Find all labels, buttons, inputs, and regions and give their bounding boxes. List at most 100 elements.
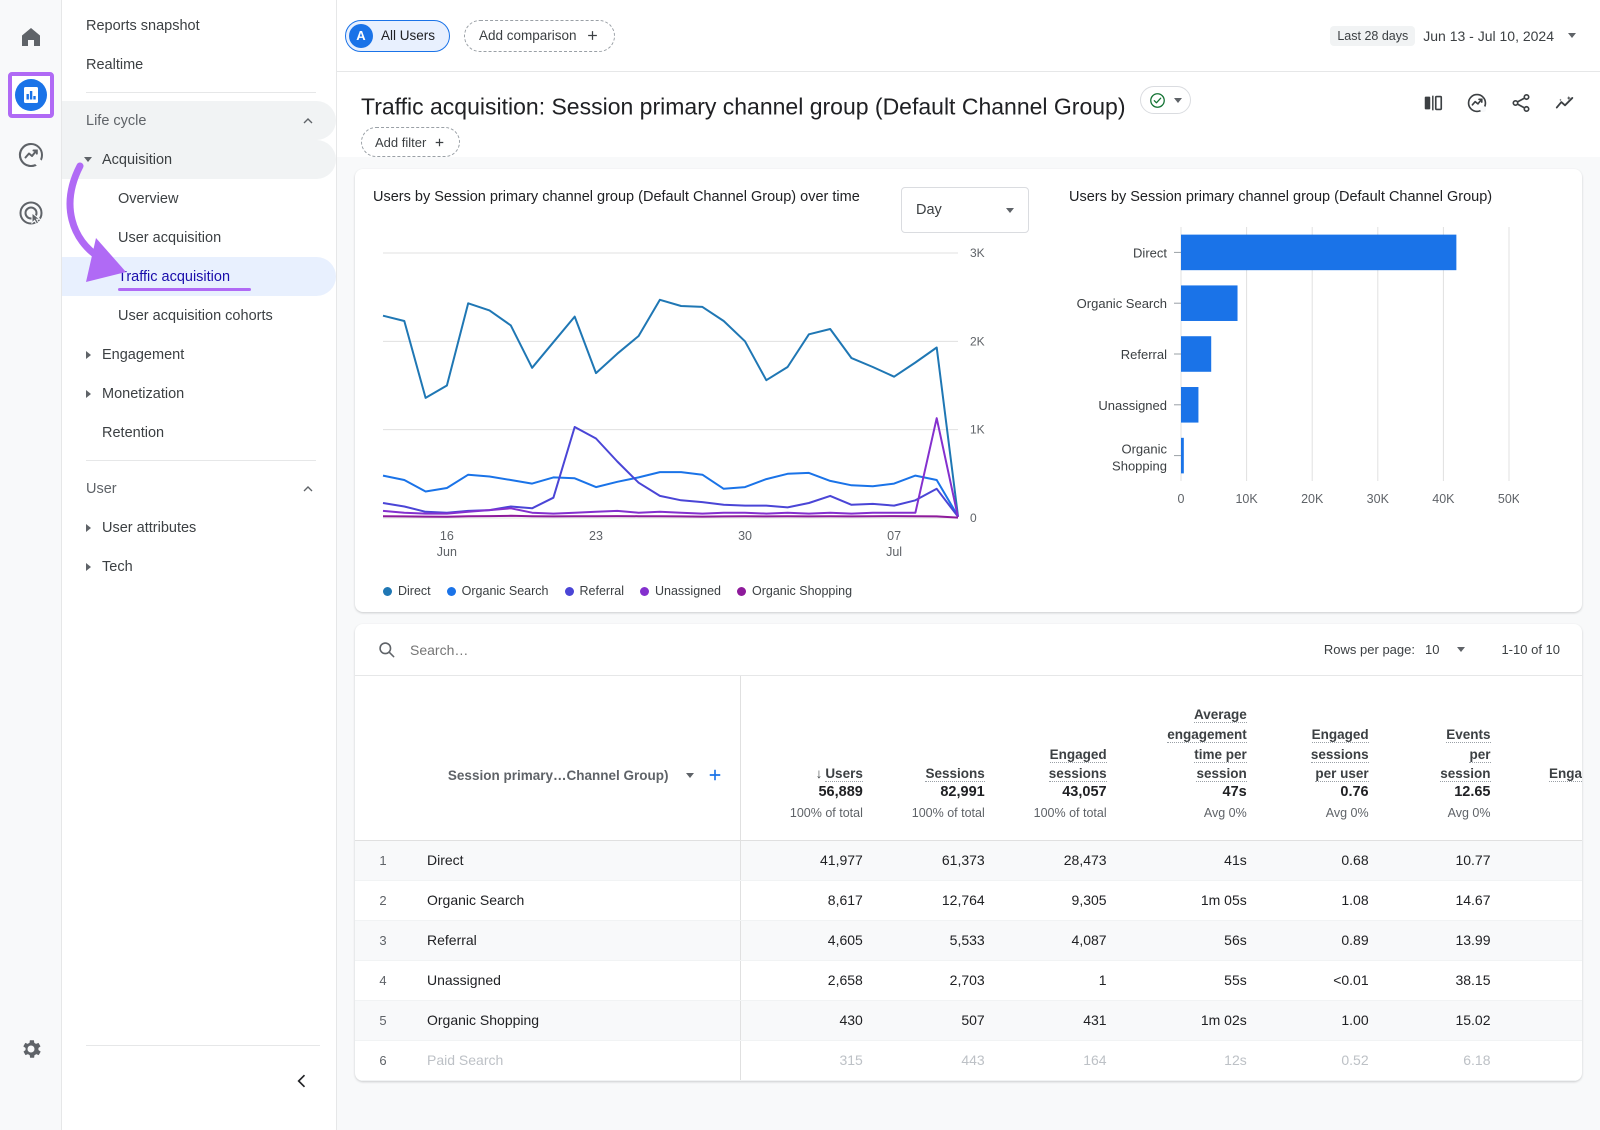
sidebar-item-overview[interactable]: Overview	[62, 179, 336, 218]
column-header-engaged-sessions-per-user[interactable]: Engagedsessionsper user	[1247, 676, 1369, 784]
advertising-icon[interactable]	[8, 190, 54, 236]
table-row[interactable]: 6Paid Search31544316412s0.526.18	[355, 1040, 1582, 1080]
rows-per-page-select[interactable]: 10	[1425, 642, 1465, 657]
row-clipped-cell	[1491, 880, 1583, 920]
row-clipped-cell	[1491, 1040, 1583, 1080]
legend-label: Referral	[580, 584, 624, 598]
row-name[interactable]: Referral	[411, 932, 477, 948]
collapse-nav-button[interactable]	[292, 1071, 312, 1096]
row-index: 3	[355, 933, 411, 948]
sidebar-item-acquisition[interactable]: Acquisition	[62, 140, 336, 179]
chevron-down-icon[interactable]	[686, 773, 694, 778]
total-sub: Avg 0%	[1107, 806, 1247, 820]
table-row[interactable]: 2Organic Search8,61712,7649,3051m 05s1.0…	[355, 880, 1582, 920]
icon-rail	[0, 0, 62, 1130]
row-name[interactable]: Paid Search	[411, 1052, 503, 1068]
row-index: 6	[355, 1053, 411, 1068]
svg-text:23: 23	[589, 529, 603, 543]
add-comparison-button[interactable]: Add comparison	[464, 20, 615, 52]
data-quality-badge[interactable]	[1140, 86, 1191, 114]
svg-text:10K: 10K	[1235, 492, 1258, 506]
caret-right-icon	[86, 524, 91, 532]
reports-icon[interactable]	[14, 76, 48, 114]
chevron-down-icon	[1568, 33, 1576, 38]
legend-item-organic-search[interactable]: Organic Search	[447, 584, 549, 598]
total-users: 56,889 100% of total	[741, 784, 863, 840]
column-header-engagement-rate-clipped[interactable]: Enga	[1491, 676, 1583, 784]
row-index: 5	[355, 1013, 411, 1028]
chevron-down-icon	[1174, 98, 1182, 103]
row-metric-cell: 1	[985, 960, 1107, 1000]
sidebar-item-engagement[interactable]: Engagement	[62, 335, 336, 374]
sidebar-section-life-cycle[interactable]: Life cycle	[62, 101, 336, 140]
row-name[interactable]: Organic Search	[411, 892, 524, 908]
search-input[interactable]	[408, 641, 708, 659]
admin-gear-icon[interactable]	[8, 1026, 54, 1072]
sidebar-item-monetization[interactable]: Monetization	[62, 374, 336, 413]
home-icon[interactable]	[8, 14, 54, 60]
add-filter-button[interactable]: Add filter	[361, 127, 460, 157]
column-header-avg-engagement-time[interactable]: Averageengagementtime persession	[1107, 676, 1247, 784]
column-header-sessions[interactable]: Sessions	[863, 676, 985, 784]
row-dimension-cell: 2Organic Search	[355, 880, 741, 920]
row-metric-cell: 1.00	[1247, 1000, 1369, 1040]
sidebar-item-label: Overview	[118, 191, 178, 207]
sidebar-nav: Reports snapshot Realtime Life cycle Acq…	[62, 0, 337, 1130]
report-actions	[1422, 86, 1576, 114]
row-metric-cell: 2,658	[741, 960, 863, 1000]
legend-item-organic-shopping[interactable]: Organic Shopping	[737, 584, 852, 598]
legend-item-direct[interactable]: Direct	[383, 584, 431, 598]
legend-color-swatch	[565, 587, 574, 596]
explore-icon[interactable]	[8, 132, 54, 178]
column-header-events-per-session[interactable]: Eventspersession	[1369, 676, 1491, 784]
sidebar-section-user[interactable]: User	[62, 469, 336, 508]
sidebar-item-retention[interactable]: Retention	[62, 413, 336, 452]
sidebar-item-reports-snapshot[interactable]: Reports snapshot	[62, 6, 336, 45]
filter-bar: Add filter	[337, 121, 1600, 157]
line-chart-svg[interactable]: 01K2K3K16Jun233007Jul	[373, 233, 1028, 573]
legend-item-unassigned[interactable]: Unassigned	[640, 584, 721, 598]
column-header-users[interactable]: ↓Users	[741, 676, 863, 784]
all-users-chip[interactable]: A All Users	[345, 20, 450, 52]
sidebar-item-user-attributes[interactable]: User attributes	[62, 508, 336, 547]
legend-item-referral[interactable]: Referral	[565, 584, 624, 598]
sidebar-item-label: Acquisition	[102, 152, 172, 168]
sparkle-trend-icon[interactable]	[1554, 92, 1576, 114]
svg-text:Organic: Organic	[1121, 442, 1167, 457]
sidebar-item-user-acquisition-cohorts[interactable]: User acquisition cohorts	[62, 296, 336, 335]
row-name[interactable]: Direct	[411, 852, 464, 868]
date-range-text: Jun 13 - Jul 10, 2024	[1423, 28, 1554, 44]
row-metric-cell: 1m 05s	[1107, 880, 1247, 920]
svg-text:30: 30	[738, 529, 752, 543]
date-range-selector[interactable]: Last 28 days Jun 13 - Jul 10, 2024	[1330, 26, 1576, 46]
row-metric-cell: 8,617	[741, 880, 863, 920]
granularity-select[interactable]: Day	[901, 187, 1029, 233]
sidebar-item-traffic-acquisition[interactable]: Traffic acquisition	[62, 257, 336, 296]
date-preset-badge: Last 28 days	[1330, 26, 1415, 46]
row-name[interactable]: Organic Shopping	[411, 1012, 539, 1028]
add-dimension-icon[interactable]	[706, 766, 724, 784]
compare-icon[interactable]	[1422, 92, 1444, 114]
column-header-engaged-sessions[interactable]: Engagedsessions	[985, 676, 1107, 784]
legend-label: Direct	[398, 584, 431, 598]
table-search[interactable]	[377, 640, 1324, 659]
table-row[interactable]: 5Organic Shopping4305074311m 02s1.0015.0…	[355, 1000, 1582, 1040]
row-metric-cell: 12,764	[863, 880, 985, 920]
sort-desc-icon: ↓	[816, 766, 823, 781]
total-clipped	[1491, 784, 1583, 840]
table-row[interactable]: 3Referral4,6055,5334,08756s0.8913.99	[355, 920, 1582, 960]
sidebar-item-user-acquisition[interactable]: User acquisition	[62, 218, 336, 257]
table-row[interactable]: 4Unassigned2,6582,703155s<0.0138.15	[355, 960, 1582, 1000]
bar-chart-panel: Users by Session primary channel group (…	[1045, 187, 1582, 608]
share-icon[interactable]	[1510, 92, 1532, 114]
svg-text:Shopping: Shopping	[1112, 459, 1167, 474]
sidebar-item-realtime[interactable]: Realtime	[62, 45, 336, 84]
insights-icon[interactable]	[1466, 92, 1488, 114]
bar-chart-svg[interactable]: 010K20K30K40K50KDirectOrganic SearchRefe…	[1069, 209, 1519, 549]
table-row[interactable]: 1Direct41,97761,37328,47341s0.6810.77	[355, 840, 1582, 880]
table-header-row: Session primary…Channel Group) ↓Users Se…	[355, 676, 1582, 784]
sidebar-section-label: Life cycle	[86, 113, 146, 129]
row-name[interactable]: Unassigned	[411, 972, 501, 988]
add-filter-label: Add filter	[375, 135, 426, 150]
sidebar-item-tech[interactable]: Tech	[62, 547, 336, 586]
